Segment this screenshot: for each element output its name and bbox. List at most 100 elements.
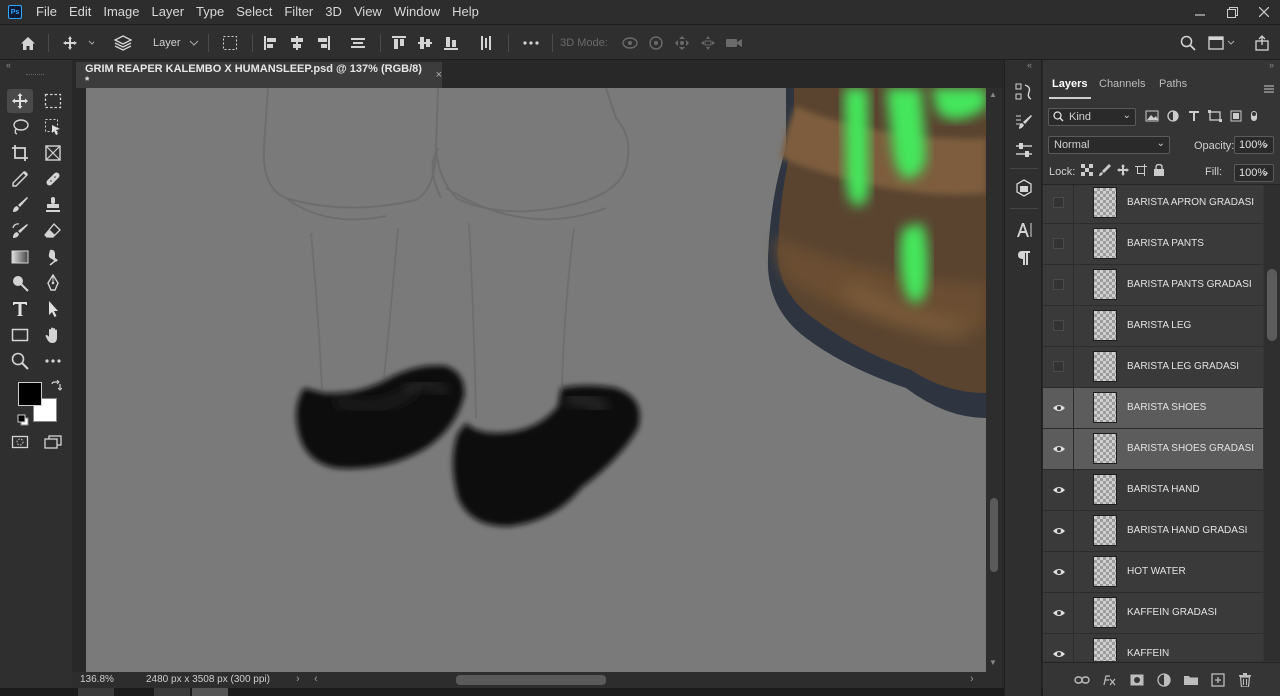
- adjustments-panel-icon[interactable]: [1012, 138, 1036, 162]
- opacity-field[interactable]: 100% ⌄: [1234, 136, 1274, 154]
- eyedropper-tool-icon[interactable]: [7, 167, 33, 191]
- visibility-toggle[interactable]: [1053, 361, 1064, 372]
- layer-style-fx-icon[interactable]: [1100, 671, 1118, 689]
- 3d-slide-icon[interactable]: [696, 25, 720, 61]
- layer-row[interactable]: BARISTA LEG GRADASI: [1043, 347, 1263, 388]
- visibility-toggle[interactable]: [1053, 197, 1064, 208]
- menu-help[interactable]: Help: [446, 0, 485, 24]
- move-tool-icon[interactable]: [7, 89, 33, 113]
- scroll-up-icon[interactable]: ▲: [989, 90, 997, 99]
- horizontal-scrollbar-thumb[interactable]: [456, 675, 606, 685]
- blend-mode-dropdown[interactable]: Normal ⌄: [1048, 136, 1170, 154]
- layer-thumbnail[interactable]: [1093, 515, 1117, 546]
- brush-settings-icon[interactable]: [1012, 110, 1036, 134]
- layer-row[interactable]: BARISTA PANTS: [1043, 224, 1263, 265]
- menu-select[interactable]: Select: [230, 0, 278, 24]
- eye-icon[interactable]: [1052, 442, 1066, 456]
- 3d-camera-icon[interactable]: [722, 25, 746, 61]
- default-colors-icon[interactable]: [17, 414, 29, 426]
- transform-controls-icon[interactable]: [218, 25, 242, 61]
- link-layers-icon[interactable]: [1073, 671, 1091, 689]
- tab-channels[interactable]: Channels: [1099, 72, 1145, 96]
- menu-file[interactable]: File: [30, 0, 63, 24]
- layer-thumbnail[interactable]: [1093, 433, 1117, 464]
- new-group-icon[interactable]: [1182, 671, 1200, 689]
- menu-image[interactable]: Image: [97, 0, 145, 24]
- home-icon[interactable]: [16, 25, 40, 61]
- screen-mode-icon[interactable]: [40, 430, 66, 454]
- layers-scrollbar[interactable]: [1264, 185, 1280, 661]
- layer-thumbnail[interactable]: [1093, 392, 1117, 423]
- menu-3d[interactable]: 3D: [319, 0, 348, 24]
- workspace-icon[interactable]: [1206, 25, 1238, 61]
- marquee-tool-icon[interactable]: [40, 89, 66, 113]
- layer-thumbnail[interactable]: [1093, 187, 1117, 218]
- layer-row[interactable]: BARISTA PANTS GRADASI: [1043, 265, 1263, 306]
- eye-icon[interactable]: [1052, 483, 1066, 497]
- visibility-toggle[interactable]: [1053, 238, 1064, 249]
- foreground-color-swatch[interactable]: [18, 382, 42, 406]
- 3d-panel-icon[interactable]: [1012, 176, 1036, 200]
- character-panel-icon[interactable]: [1012, 218, 1036, 242]
- layer-row[interactable]: BARISTA APRON GRADASI: [1043, 185, 1263, 224]
- hand-tool-icon[interactable]: [40, 323, 66, 347]
- type-layer-filter-icon[interactable]: [1187, 110, 1201, 125]
- align-left-icon[interactable]: [260, 25, 282, 61]
- path-selection-tool-icon[interactable]: [40, 297, 66, 321]
- panel-menu-icon[interactable]: [1264, 82, 1274, 93]
- brush-tool-icon[interactable]: [7, 193, 33, 217]
- adjustment-layer-filter-icon[interactable]: [1166, 110, 1180, 125]
- layer-thumbnail[interactable]: [1093, 269, 1117, 300]
- tab-paths[interactable]: Paths: [1159, 72, 1187, 96]
- visibility-toggle[interactable]: [1053, 279, 1064, 290]
- menu-filter[interactable]: Filter: [278, 0, 319, 24]
- layer-row[interactable]: BARISTA SHOES: [1043, 388, 1263, 429]
- move-tool-preset-icon[interactable]: [58, 25, 98, 61]
- layer-name[interactable]: BARISTA SHOES: [1127, 402, 1206, 413]
- scroll-right-icon[interactable]: ›: [970, 673, 974, 685]
- edit-toolbar-icon[interactable]: [40, 349, 66, 373]
- menu-type[interactable]: Type: [190, 0, 230, 24]
- layer-name[interactable]: KAFFEIN GRADASI: [1127, 607, 1217, 618]
- layer-row[interactable]: BARISTA HAND: [1043, 470, 1263, 511]
- restore-icon[interactable]: [1216, 0, 1248, 24]
- filter-toggle-icon[interactable]: [1250, 110, 1258, 125]
- lock-all-icon[interactable]: [1153, 163, 1165, 179]
- collapse-toolbar-icon[interactable]: «: [6, 60, 11, 70]
- clone-stamp-tool-icon[interactable]: [40, 193, 66, 217]
- type-tool-icon[interactable]: [7, 297, 33, 321]
- layer-row[interactable]: KAFFEIN: [1043, 634, 1263, 661]
- layers-scrollbar-thumb[interactable]: [1267, 269, 1277, 341]
- minimize-icon[interactable]: [1184, 0, 1216, 24]
- swap-colors-icon[interactable]: [50, 379, 63, 392]
- layer-thumbnail[interactable]: [1093, 310, 1117, 341]
- more-options-icon[interactable]: [518, 25, 544, 61]
- collapse-dock-icon[interactable]: »: [1269, 60, 1274, 70]
- auto-select-icon[interactable]: [110, 25, 136, 61]
- tab-layers[interactable]: Layers: [1052, 72, 1087, 96]
- 3d-pan-icon[interactable]: [670, 25, 694, 61]
- layer-row[interactable]: KAFFEIN GRADASI: [1043, 593, 1263, 634]
- pixel-layer-filter-icon[interactable]: [1145, 110, 1159, 125]
- layer-thumbnail[interactable]: [1093, 638, 1117, 661]
- distribute-horizontal-icon[interactable]: [346, 25, 370, 61]
- layer-thumbnail[interactable]: [1093, 556, 1117, 587]
- align-bottom-icon[interactable]: [440, 25, 462, 61]
- align-center-icon[interactable]: [286, 25, 308, 61]
- crop-tool-icon[interactable]: [7, 141, 33, 165]
- layer-row[interactable]: HOT WATER: [1043, 552, 1263, 593]
- zoom-level[interactable]: 136.8%: [80, 674, 114, 685]
- distribute-vertical-icon[interactable]: [474, 25, 498, 61]
- layer-row[interactable]: BARISTA SHOES GRADASI: [1043, 429, 1263, 470]
- history-panel-icon[interactable]: [1012, 80, 1036, 104]
- eye-icon[interactable]: [1052, 647, 1066, 661]
- layer-name[interactable]: BARISTA PANTS GRADASI: [1127, 279, 1252, 290]
- lock-artboard-icon[interactable]: [1135, 164, 1147, 179]
- layer-name[interactable]: BARISTA LEG: [1127, 320, 1191, 331]
- canvas[interactable]: [86, 88, 986, 672]
- layer-thumbnail[interactable]: [1093, 351, 1117, 382]
- healing-brush-tool-icon[interactable]: [40, 167, 66, 191]
- align-right-icon[interactable]: [312, 25, 334, 61]
- quick-mask-icon[interactable]: [7, 430, 33, 454]
- close-document-icon[interactable]: ×: [436, 69, 442, 81]
